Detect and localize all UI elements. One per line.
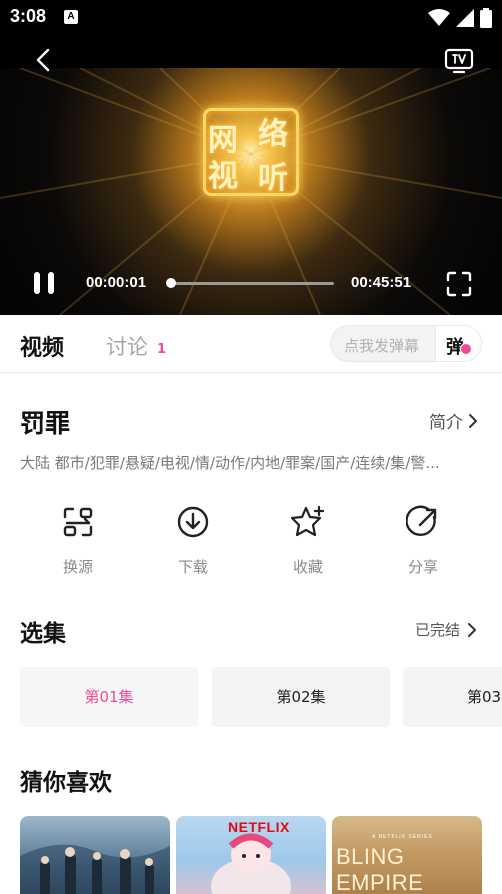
chevron-left-icon bbox=[36, 48, 50, 72]
discuss-count-badge: 1 bbox=[157, 342, 167, 357]
show-title: 罚罪 bbox=[20, 409, 71, 438]
total-time: 00:45:51 bbox=[351, 274, 412, 291]
notification-icon: A bbox=[64, 10, 78, 24]
progress-knob[interactable] bbox=[166, 278, 176, 288]
chevron-right-icon bbox=[469, 413, 477, 428]
download-icon bbox=[177, 506, 209, 538]
switch-source-icon bbox=[63, 507, 93, 537]
poster-image bbox=[20, 844, 170, 894]
progress-bar[interactable] bbox=[168, 282, 334, 285]
logo-char: 听 bbox=[258, 161, 288, 196]
tv-icon bbox=[444, 48, 474, 74]
cast-tv-button[interactable] bbox=[444, 46, 474, 74]
action-label: 收藏 bbox=[292, 558, 323, 576]
episodes-status: 已完结 bbox=[415, 621, 461, 639]
status-icons bbox=[428, 8, 492, 28]
action-label: 分享 bbox=[407, 558, 438, 576]
pause-button[interactable] bbox=[32, 270, 58, 298]
logo-char: 络 bbox=[258, 117, 288, 152]
tab-discuss[interactable]: 讨论 bbox=[106, 331, 148, 361]
episode-item[interactable]: 第02集 bbox=[212, 667, 390, 727]
channel-logo: 网 络 视 听 bbox=[203, 108, 299, 196]
recommend-card[interactable]: A NETFLIX SERIES BLING EMPIRE bbox=[332, 816, 482, 894]
favorite-button[interactable]: 收藏 bbox=[268, 503, 348, 583]
poster-title: BLING EMPIRE bbox=[336, 844, 424, 894]
action-label: 下载 bbox=[177, 558, 208, 576]
recommend-card[interactable]: NETFLIX bbox=[176, 816, 326, 894]
switch-source-button[interactable]: 换源 bbox=[38, 503, 118, 583]
episode-item[interactable]: 第03 bbox=[403, 667, 502, 727]
poster-subtitle: A NETFLIX SERIES bbox=[372, 834, 433, 840]
share-icon bbox=[406, 505, 437, 537]
episodes-heading: 选集 bbox=[20, 621, 66, 647]
fullscreen-button[interactable] bbox=[446, 271, 472, 297]
status-time: 3:08 bbox=[10, 6, 47, 26]
show-tags: 大陆 都市/犯罪/悬疑/电视/情/动作/内地/罪案/国产/连续/集/警... bbox=[20, 454, 440, 472]
danmu-bar: 点我发弹幕 弹 bbox=[330, 325, 482, 362]
star-plus-icon bbox=[291, 505, 325, 537]
logo-char: 视 bbox=[208, 159, 238, 194]
download-button[interactable]: 下载 bbox=[153, 503, 233, 583]
current-time: 00:00:01 bbox=[86, 274, 147, 291]
chevron-right-icon bbox=[468, 622, 477, 637]
recommend-list: NETFLIX A NETFLIX SERIES BLING EMPIRE bbox=[20, 816, 502, 894]
action-label: 换源 bbox=[62, 558, 93, 576]
poster-netflix-logo: NETFLIX bbox=[228, 819, 290, 835]
episodes-status-link[interactable]: 已完结 bbox=[415, 619, 478, 640]
danmu-input[interactable]: 点我发弹幕 bbox=[344, 335, 419, 356]
intro-link[interactable]: 简介 bbox=[429, 408, 479, 433]
action-row: 换源 下载 收藏 分享 bbox=[0, 503, 502, 583]
tab-video[interactable]: 视频 bbox=[20, 330, 64, 362]
content-tabs: 视频 讨论 1 点我发弹幕 弹 bbox=[0, 315, 502, 373]
video-player[interactable]: 网 络 视 听 3:08 A 00:00:01 00:45:51 bbox=[0, 0, 502, 315]
share-button[interactable]: 分享 bbox=[383, 503, 463, 583]
fullscreen-icon bbox=[446, 271, 472, 297]
pause-icon bbox=[48, 272, 54, 294]
danmu-toggle-button[interactable]: 弹 bbox=[435, 326, 481, 361]
back-button[interactable] bbox=[30, 46, 58, 74]
check-icon bbox=[460, 343, 472, 355]
pause-icon bbox=[34, 272, 40, 294]
status-bar: 3:08 A bbox=[0, 0, 502, 36]
episode-item[interactable]: 第01集 bbox=[20, 667, 198, 727]
recommend-heading: 猜你喜欢 bbox=[20, 770, 112, 796]
signal-icon bbox=[456, 9, 474, 27]
intro-label: 简介 bbox=[429, 413, 463, 433]
episode-list: 第01集 第02集 第03 bbox=[20, 667, 502, 727]
wifi-icon bbox=[428, 9, 450, 26]
battery-icon bbox=[480, 8, 492, 28]
recommend-card[interactable] bbox=[20, 816, 170, 894]
